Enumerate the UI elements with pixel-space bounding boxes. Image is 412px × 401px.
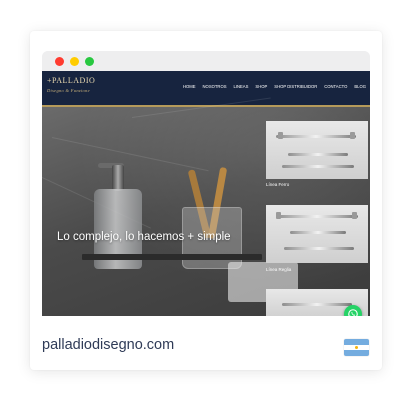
flag-band-bottom — [344, 350, 369, 356]
towel-rail — [284, 247, 354, 250]
product-label-ferro[interactable]: Línea Ferro — [266, 182, 289, 187]
towel-rail — [290, 231, 346, 234]
hero-banner: Lo complejo, lo hacemos + simple Línea F… — [42, 97, 370, 316]
site-logo[interactable]: +PALLADIO — [47, 76, 95, 85]
close-window-icon[interactable] — [55, 57, 64, 66]
rail-bracket — [352, 212, 357, 219]
product-image-reglia[interactable] — [266, 205, 368, 263]
maximize-window-icon[interactable] — [85, 57, 94, 66]
browser-frame: +PALLADIO Disegno & Funzione HOME NOSOTR… — [42, 51, 370, 316]
towel-rail — [288, 153, 348, 156]
bathroom-shelf — [82, 254, 262, 260]
rail-bracket — [350, 132, 355, 139]
product-image-ferro[interactable] — [266, 121, 368, 179]
argentina-flag-icon — [344, 339, 369, 356]
minimize-window-icon[interactable] — [70, 57, 79, 66]
product-label-reglia[interactable]: Línea Reglia — [266, 267, 291, 272]
whatsapp-icon — [348, 309, 358, 316]
site-navbar: +PALLADIO Disegno & Funzione HOME NOSOTR… — [42, 71, 370, 107]
marble-vein — [51, 137, 209, 172]
flag-sun-icon — [355, 346, 358, 349]
rail-bracket — [278, 132, 283, 139]
menu-item-shop[interactable]: SHOP — [255, 84, 267, 89]
site-logo-tagline: Disegno & Funzione — [47, 88, 90, 93]
menu-item-shop-distribuidor[interactable]: SHOP DISTRIBUIDOR — [274, 84, 317, 89]
towel-rail — [276, 215, 358, 218]
towel-rail — [282, 165, 354, 168]
website-domain[interactable]: palladiodisegno.com — [42, 337, 174, 353]
menu-item-blog[interactable]: BLOG — [354, 84, 366, 89]
hero-headline: Lo complejo, lo hacemos + simple — [57, 231, 231, 243]
towel-rail — [276, 135, 356, 138]
whatsapp-button[interactable] — [344, 305, 362, 316]
site-menu: HOME NOSOTROS LINEAS SHOP SHOP DISTRIBUI… — [183, 84, 366, 89]
menu-item-lineas[interactable]: LINEAS — [234, 84, 249, 89]
menu-item-nosotros[interactable]: NOSOTROS — [203, 84, 227, 89]
menu-item-contacto[interactable]: CONTACTO — [324, 84, 347, 89]
rail-bracket — [276, 212, 281, 219]
menu-item-home[interactable]: HOME — [183, 84, 196, 89]
website-screenshot: +PALLADIO Disegno & Funzione HOME NOSOTR… — [42, 71, 370, 316]
soap-dispenser-pump — [112, 165, 124, 191]
website-card[interactable]: +PALLADIO Disegno & Funzione HOME NOSOTR… — [30, 31, 382, 370]
browser-toolbar — [42, 51, 370, 71]
towel-rail — [282, 303, 352, 306]
